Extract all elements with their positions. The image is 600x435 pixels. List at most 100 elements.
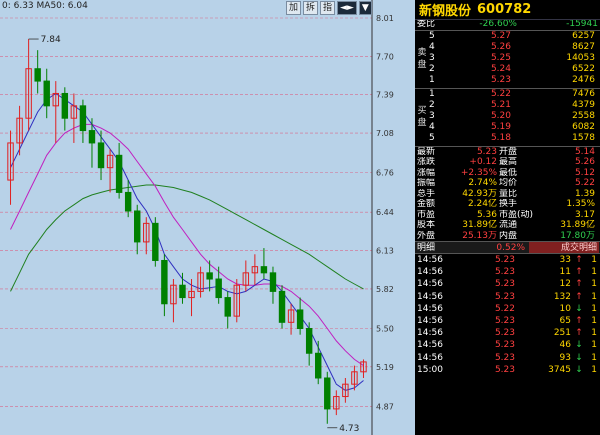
tick-row: 14:56 5.23 11 ↑ 1 [415,266,600,278]
split-button[interactable]: 拆 [303,1,319,15]
add-button[interactable]: 加 [286,1,302,15]
stat-label: 最高 [499,157,518,167]
stat-row: 市盈 5.36 市盈(动) 3.17 [415,210,600,221]
stat-label: 换手 [499,199,518,209]
book-level: 4 [429,41,435,52]
tick-vol: 46 [559,340,571,351]
candle-body [315,352,322,379]
webi-label: 委比 [417,20,436,29]
tick-vol: 132 [553,291,571,302]
play-icon[interactable]: ◄► [337,1,357,15]
book-row: 1 5.23 2476 [415,75,600,86]
stat-value: 17.80万 [560,230,595,241]
stock-name: 新钢股份 [419,4,472,19]
book-level: 4 [429,122,435,133]
stat-label: 均价 [499,178,518,188]
tick-price: 5.23 [494,255,515,265]
arrow-up-icon: ↑ [575,291,583,302]
book-vol: 6522 [572,64,595,75]
stat-label: 涨跌 [417,157,436,167]
tick-vol: 65 [559,315,571,326]
webi-row: 委比 -26.60% -15941 [415,20,600,30]
tick-vol: 11 [559,267,571,278]
tick-time: 14:56 [417,315,443,326]
candle-body [34,68,41,82]
tick-num: 1 [591,364,597,375]
tick-time: 14:56 [417,291,443,302]
y-tick-label: 7.39 [376,91,394,100]
candle-body [152,222,159,261]
book-row: 4 5.19 6082 [415,122,600,133]
stat-value: 5.12 [574,167,595,178]
book-price: 5.19 [490,122,511,133]
stat-row: 外盘 25.13万 内盘 17.80万 [415,231,600,242]
tick-num: 1 [591,352,597,363]
dropdown-icon[interactable]: ▼ [358,1,372,15]
stat-value: +0.12 [469,157,497,167]
ma-long-line [10,184,364,292]
y-tick-label: 4.87 [376,402,394,411]
book-level: 2 [429,64,435,75]
ticks-list: 14:56 5.23 33 ↑ 1 14:56 5.23 11 ↑ 1 14:56 5.23 12 ↑ 1 1… [415,254,600,376]
candle-body [61,92,69,119]
stat-value: 1.39 [574,188,595,199]
tick-price: 5.23 [494,267,515,278]
high-label: 7.84 [41,35,61,45]
stat-label: 开盘 [499,146,518,157]
stat-value: 31.89亿 [560,220,595,230]
stat-label: 总手 [417,188,436,199]
tick-price: 5.22 [494,303,515,314]
stat-row: 金额 2.24亿 换手 1.35% [415,199,600,210]
chart-toolbar: 加 拆 指 ◄► ▼ [286,1,372,15]
arrow-down-icon: ↓ [575,303,583,314]
tick-num: 1 [591,267,597,278]
stat-row: 股本 31.89亿 流通 31.89亿 [415,220,600,231]
book-row: 4 5.26 8627 [415,42,600,53]
stat-row: 振幅 2.74% 均价 5.22 [415,178,600,189]
y-tick-label: 7.08 [376,129,394,138]
book-price: 5.27 [490,30,511,41]
ticks-tab[interactable]: 成交明细 [529,242,599,253]
arrow-up-icon: ↑ [575,279,583,290]
tick-num: 1 [591,291,597,302]
tick-row: 14:56 5.23 33 ↑ 1 [415,254,600,266]
indicator-button[interactable]: 指 [320,1,336,15]
candle-body [324,377,331,410]
y-tick-label: 6.44 [376,208,394,217]
stat-label: 内盘 [499,230,518,241]
book-row: 5 5.18 1578 [415,133,600,144]
stat-row: 涨幅 +2.35% 最低 5.12 [415,168,600,179]
tick-time: 14:56 [417,352,443,363]
stat-label: 外盘 [417,230,436,241]
tick-num: 1 [591,315,597,326]
book-level: 1 [429,88,435,99]
stat-label: 金额 [417,199,436,209]
candle-body [179,284,186,299]
tick-vol: 93 [559,352,571,363]
stat-label: 流通 [499,220,518,230]
book-level: 3 [429,52,435,63]
tick-num: 1 [591,303,597,314]
book-side-label: 卖盘 [417,47,427,70]
stats-table: 最新 5.23 开盘 5.14 涨跌 +0.12 最高 5.26 涨幅 +2.35% 最低 5.12 振… [415,145,600,242]
tick-vol: 12 [559,279,571,290]
stock-code: 600782 [477,2,532,17]
tick-time: 14:56 [417,328,443,339]
book-vol: 1578 [572,133,595,144]
book-price: 5.23 [490,75,511,86]
stat-value: 5.22 [574,178,595,188]
candle-body [305,328,313,354]
candle-body [79,105,87,132]
book-row: 1 5.22 7476 [415,89,600,100]
tick-time: 14:56 [417,340,443,351]
tick-price: 5.23 [494,328,515,339]
book-level: 5 [429,30,435,41]
book-vol: 7476 [572,88,595,99]
tick-vol: 33 [559,255,571,265]
book-vol: 2558 [572,110,595,121]
stat-row: 涨跌 +0.12 最高 5.26 [415,157,600,168]
candlestick-chart[interactable]: 8.01 7.70 7.39 7.08 6.76 6.44 6.13 5.82 5.50 5.19… [0,0,410,435]
arrow-up-icon: ↑ [575,255,583,265]
tick-time: 14:56 [417,279,443,290]
y-tick-label: 6.13 [376,247,394,256]
